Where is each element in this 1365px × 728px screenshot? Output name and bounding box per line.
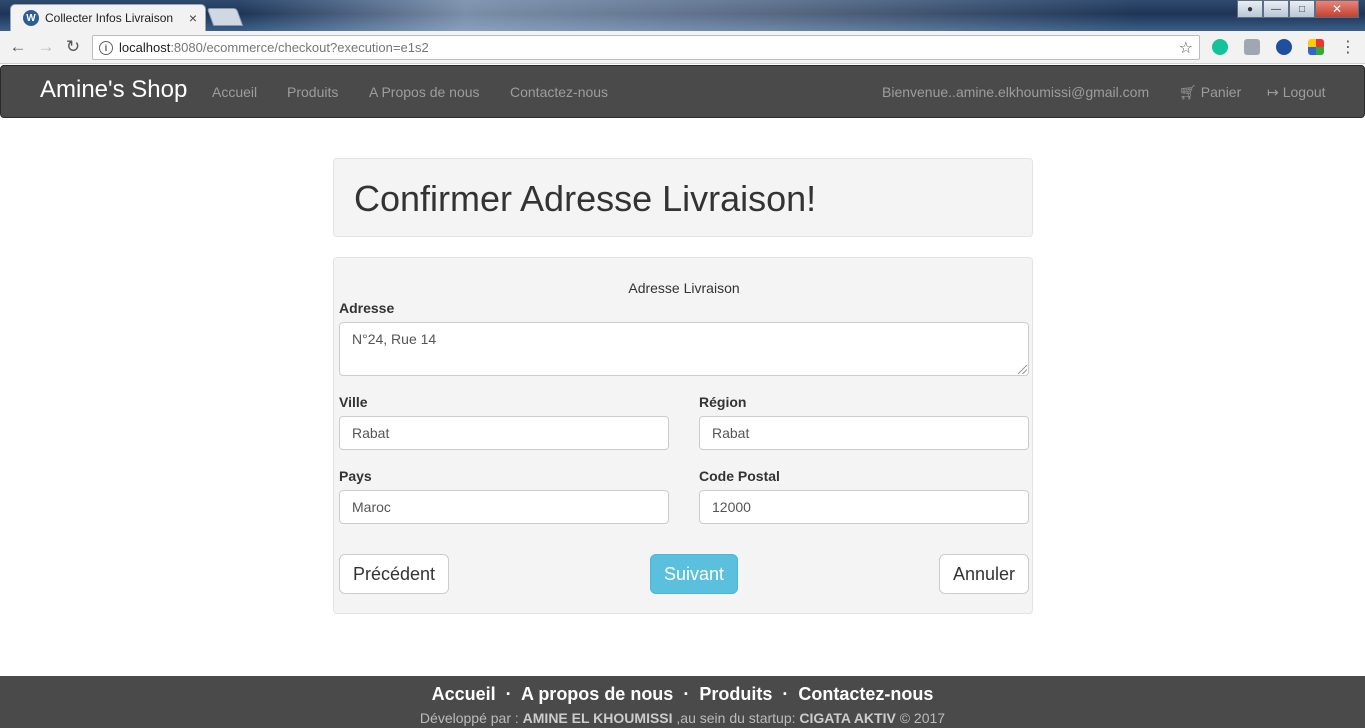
browser-toolbar: ← → ↻ i localhost:8080/ecommerce/checkou…	[0, 31, 1365, 64]
region-input[interactable]: Rabat	[699, 416, 1029, 450]
delivery-address-form: Adresse Livraison Adresse N°24, Rue 14 V…	[333, 257, 1033, 614]
forward-arrow-icon[interactable]: →	[36, 37, 56, 57]
nav-link-a-propos[interactable]: A Propos de nous	[369, 84, 480, 100]
next-button[interactable]: Suivant	[650, 554, 738, 594]
minimize-button[interactable]: —	[1263, 0, 1289, 18]
extension-globe-icon[interactable]	[1276, 39, 1292, 55]
nav-cart-link[interactable]: 🛒︎ Panier	[1179, 84, 1241, 101]
page-title: Confirmer Adresse Livraison!	[354, 178, 817, 219]
pays-label: Pays	[339, 468, 372, 484]
footer-credit: Développé par : AMINE EL KHOUMISSI ,au s…	[419, 710, 946, 726]
tab-title: Collecter Infos Livraison	[45, 11, 174, 25]
nav-link-produits[interactable]: Produits	[287, 84, 338, 100]
browser-tab-bar: W Collecter Infos Livraison × ● — □ ✕	[0, 0, 1365, 31]
nav-link-contact[interactable]: Contactez-nous	[510, 84, 608, 100]
cancel-button[interactable]: Annuler	[939, 554, 1029, 594]
url-text: localhost:8080/ecommerce/checkout?execut…	[119, 40, 429, 55]
maximize-button[interactable]: □	[1289, 0, 1315, 18]
cart-icon: 🛒︎	[1179, 84, 1197, 100]
site-favicon-icon: W	[23, 10, 39, 26]
site-navbar: Amine's Shop Accueil Produits A Propos d…	[0, 65, 1365, 118]
reload-icon[interactable]: ↻	[63, 37, 83, 57]
ville-label: Ville	[339, 394, 368, 410]
grammarly-extension-icon[interactable]	[1212, 39, 1228, 55]
region-label: Région	[699, 394, 747, 410]
browser-tab[interactable]: W Collecter Infos Livraison ×	[10, 4, 206, 31]
code-postal-label: Code Postal	[699, 468, 780, 484]
address-bar[interactable]: i localhost:8080/ecommerce/checkout?exec…	[92, 35, 1200, 60]
nav-logout-link[interactable]: ↦ Logout	[1267, 84, 1326, 101]
adresse-label: Adresse	[339, 300, 395, 316]
footer-separator: ·	[782, 684, 789, 704]
site-footer: Accueil · A propos de nous · Produits · …	[0, 676, 1365, 728]
browser-menu-icon[interactable]: ⋮	[1340, 37, 1356, 57]
footer-separator: ·	[683, 684, 690, 704]
new-tab-button[interactable]	[206, 8, 244, 26]
nav-link-accueil[interactable]: Accueil	[212, 84, 257, 100]
footer-link-contact[interactable]: Contactez-nous	[798, 684, 933, 704]
window-close-button[interactable]: ✕	[1315, 0, 1359, 18]
pays-input[interactable]: Maroc	[339, 490, 669, 524]
code-postal-input[interactable]: 12000	[699, 490, 1029, 524]
extension-grid-icon[interactable]	[1308, 39, 1324, 55]
form-legend: Adresse Livraison	[628, 280, 740, 296]
page-header-panel: Confirmer Adresse Livraison!	[333, 158, 1033, 237]
logout-icon: ↦	[1267, 84, 1279, 100]
window-controls: ● — □ ✕	[1237, 0, 1359, 18]
previous-button[interactable]: Précédent	[339, 554, 449, 594]
back-arrow-icon[interactable]: ←	[8, 37, 28, 57]
ville-input[interactable]: Rabat	[339, 416, 669, 450]
credit-company: CIGATA AKTIV	[799, 710, 896, 726]
footer-separator: ·	[505, 684, 512, 704]
footer-links: Accueil · A propos de nous · Produits · …	[0, 684, 1365, 705]
credit-author: AMINE EL KHOUMISSI	[522, 710, 673, 726]
welcome-user-text[interactable]: Bienvenue..amine.elkhoumissi@gmail.com	[882, 84, 1149, 100]
tab-close-icon[interactable]: ×	[189, 10, 197, 26]
adresse-value: N°24, Rue 14	[352, 331, 437, 347]
bookmark-star-icon[interactable]: ☆	[1179, 38, 1193, 58]
footer-link-a-propos[interactable]: A propos de nous	[521, 684, 673, 704]
cart-label: Panier	[1200, 84, 1242, 100]
resize-handle-icon[interactable]	[1018, 365, 1027, 374]
footer-link-accueil[interactable]: Accueil	[432, 684, 496, 704]
logout-label: Logout	[1282, 84, 1326, 100]
adresse-textarea[interactable]: N°24, Rue 14	[339, 322, 1029, 376]
user-profile-icon[interactable]: ●	[1237, 0, 1263, 18]
footer-link-produits[interactable]: Produits	[699, 684, 772, 704]
brand-logo[interactable]: Amine's Shop	[40, 76, 187, 104]
site-info-icon[interactable]: i	[99, 40, 113, 55]
extension-icon[interactable]	[1244, 39, 1260, 55]
